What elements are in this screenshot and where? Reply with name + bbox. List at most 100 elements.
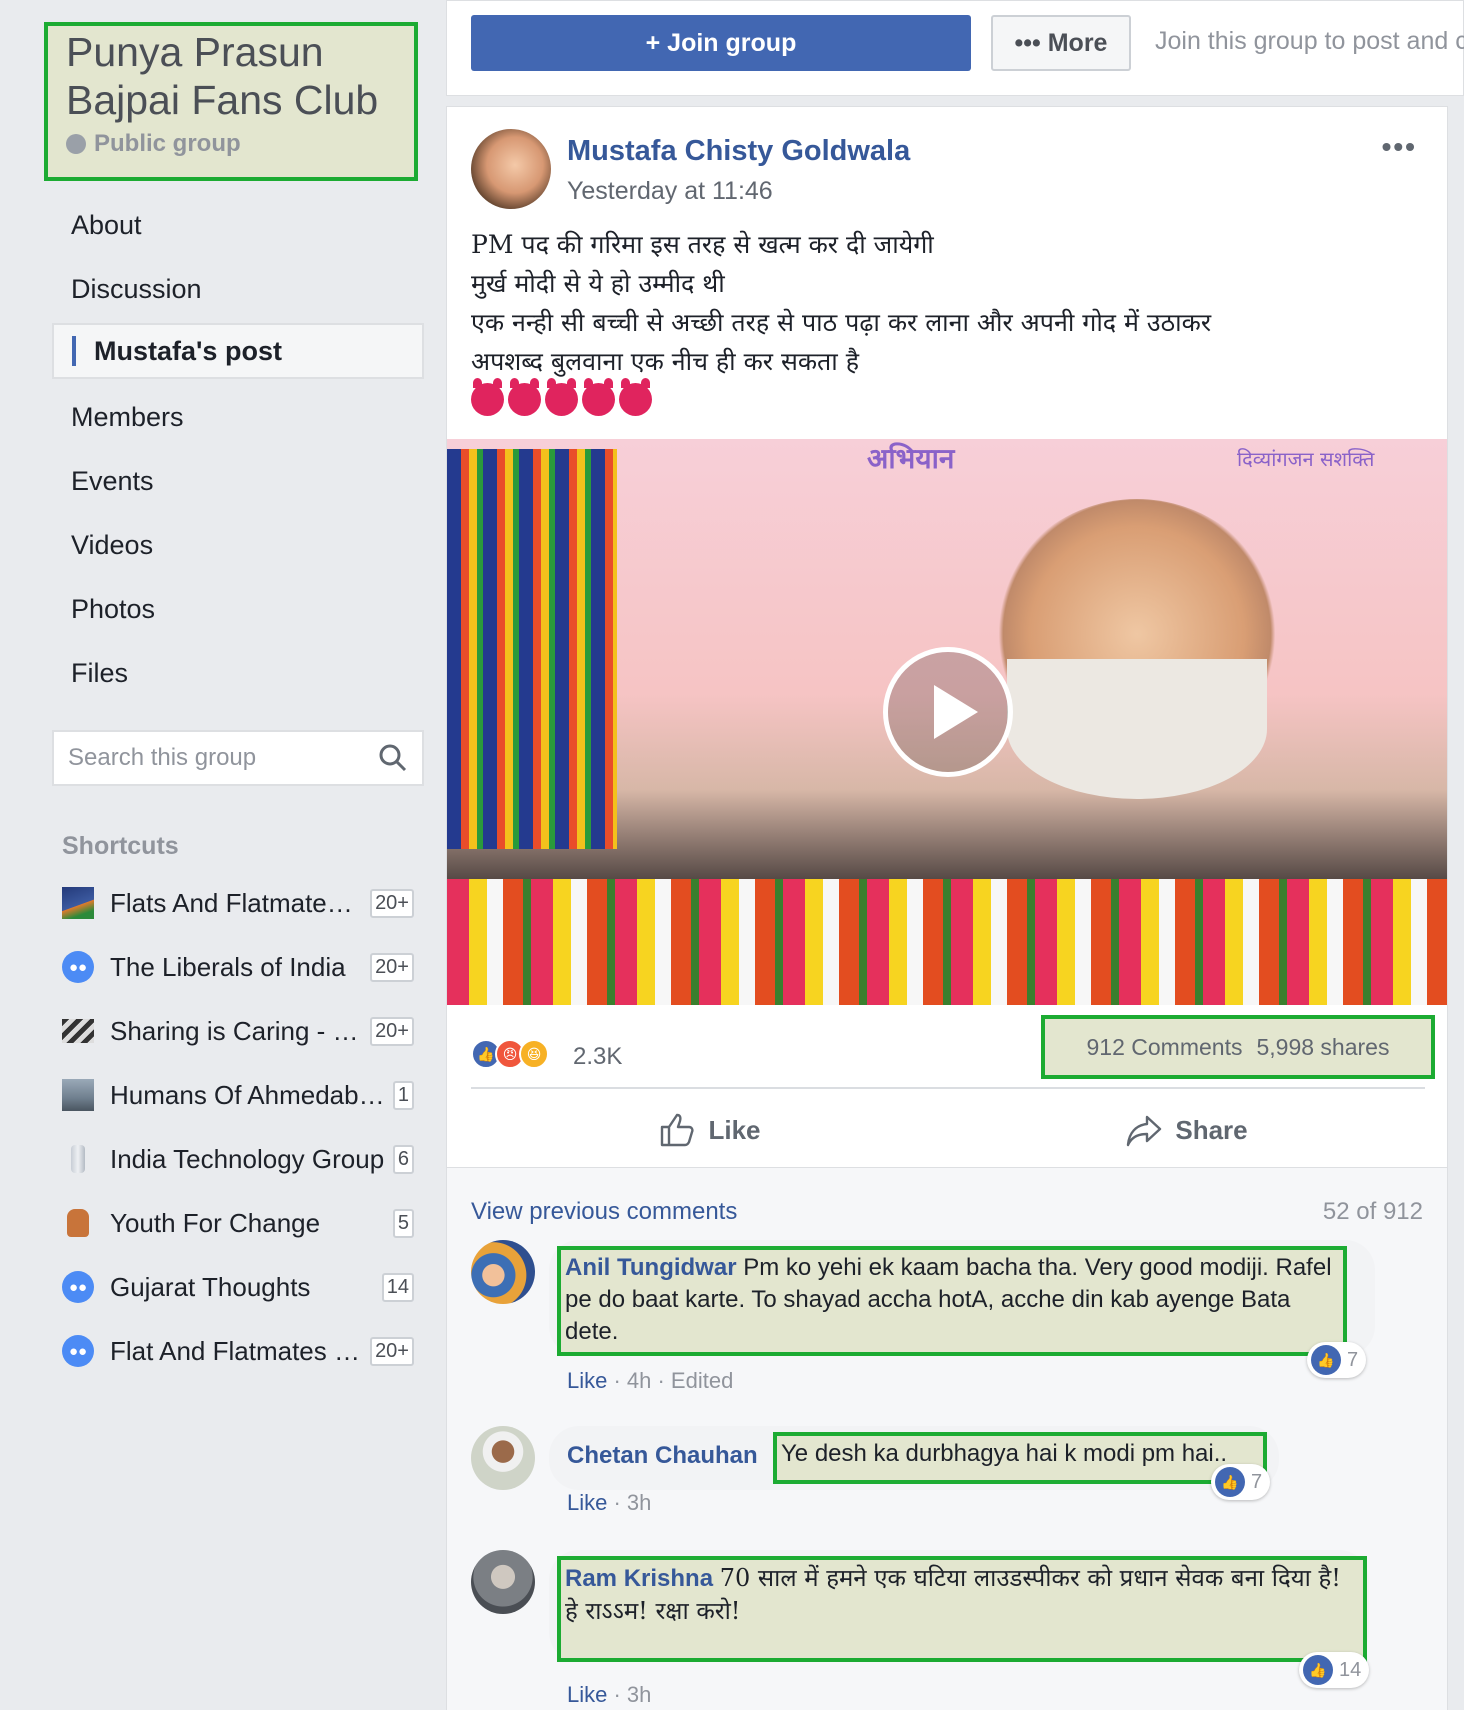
- video-flowers: [447, 879, 1447, 1005]
- search-icon[interactable]: [378, 743, 408, 773]
- commenter-avatar[interactable]: [471, 1426, 535, 1490]
- post-text-line: PM पद की गरिमा इस तरह से खत्म कर दी जाये…: [471, 230, 934, 259]
- comment-highlight: Ram Krishna 70 साल में हमने एक घटिया लाउ…: [557, 1556, 1367, 1662]
- like-reaction-icon: 👍: [1215, 1467, 1245, 1497]
- nav-about[interactable]: About: [52, 197, 424, 253]
- group-privacy: Public group: [66, 130, 396, 158]
- search-input[interactable]: [68, 744, 378, 772]
- comment-reactions[interactable]: 👍 7: [1307, 1342, 1367, 1378]
- shortcut-count: 20+: [370, 1336, 414, 1366]
- like-reaction-icon: 👍: [1303, 1655, 1333, 1685]
- shortcut-item[interactable]: ●● Flat And Flatmates … 20+: [62, 1328, 414, 1374]
- post-text-line: अपशब्द बुलवाना एक नीच ही कर सकता है: [471, 347, 860, 376]
- nav-label: Files: [71, 657, 129, 688]
- comment-highlight: Anil Tungidwar Pm ko yehi ek kaam bacha …: [557, 1246, 1347, 1356]
- share-label: Share: [1175, 1114, 1248, 1145]
- group-name[interactable]: Punya Prasun Bajpai Fans Club: [66, 28, 396, 124]
- shortcut-item[interactable]: Humans Of Ahmedab… 1: [62, 1072, 414, 1118]
- shortcut-label: India Technology Group: [110, 1143, 385, 1174]
- comment-meta: Like · 3h: [567, 1490, 651, 1516]
- shortcut-label: Flat And Flatmates …: [110, 1335, 360, 1366]
- active-indicator: [72, 336, 76, 366]
- post-author[interactable]: Mustafa Chisty Goldwala: [567, 135, 910, 168]
- comment-author[interactable]: Anil Tungidwar: [565, 1254, 737, 1281]
- shortcut-count: 14: [381, 1272, 414, 1302]
- comment-meta-text: · 4h · Edited: [607, 1368, 734, 1393]
- post-emojis: [471, 378, 652, 416]
- like-reaction-icon: 👍: [1311, 1345, 1341, 1375]
- group-icon: ●●: [62, 951, 94, 983]
- shortcut-count: 6: [392, 1144, 414, 1174]
- view-previous-comments-link[interactable]: View previous comments: [471, 1198, 737, 1226]
- post-card: Mustafa Chisty Goldwala Yesterday at 11:…: [446, 106, 1448, 1710]
- group-search: [52, 730, 424, 786]
- group-icon: ●●: [62, 1271, 94, 1303]
- shortcut-count: 20+: [370, 1016, 414, 1046]
- clapperboard-icon: [62, 1019, 94, 1043]
- group-privacy-label: Public group: [94, 130, 241, 157]
- shortcut-item[interactable]: Sharing is Caring - … 20+: [62, 1008, 414, 1054]
- comment-reaction-count: 7: [1251, 1470, 1263, 1493]
- nav-videos[interactable]: Videos: [52, 517, 424, 573]
- nav-events[interactable]: Events: [52, 453, 424, 509]
- shortcut-item[interactable]: Flats And Flatmate… 20+: [62, 880, 414, 926]
- more-button[interactable]: ••• More: [991, 15, 1131, 71]
- nav-photos[interactable]: Photos: [52, 581, 424, 637]
- commenter-avatar[interactable]: [471, 1550, 535, 1614]
- bottle-photo: [62, 1143, 94, 1175]
- comment-highlight: Ye desh ka durbhagya hai k modi pm hai..: [773, 1432, 1267, 1484]
- reaction-icons[interactable]: 👍 😠 😆: [471, 1039, 549, 1069]
- nav-label: Photos: [71, 593, 156, 624]
- nav-label: Members: [71, 401, 184, 432]
- commenter-avatar[interactable]: [471, 1240, 535, 1304]
- like-button[interactable]: Like: [471, 1089, 948, 1171]
- shortcut-label: Gujarat Thoughts: [110, 1271, 311, 1302]
- comment-reactions[interactable]: 👍 7: [1211, 1464, 1271, 1500]
- comment-meta: Like · 3h: [567, 1682, 651, 1708]
- play-icon[interactable]: [883, 647, 1013, 777]
- fist-photo: [62, 1207, 94, 1239]
- shortcut-item[interactable]: India Technology Group 6: [62, 1136, 414, 1182]
- comment-like-link[interactable]: Like: [567, 1368, 607, 1393]
- comment-author[interactable]: Chetan Chauhan: [567, 1442, 758, 1470]
- shortcut-label: Humans Of Ahmedab…: [110, 1079, 385, 1110]
- comment-meta-text: · 3h: [607, 1682, 652, 1707]
- nav-label: Events: [71, 465, 154, 496]
- nav-label: Discussion: [71, 273, 202, 304]
- share-button[interactable]: Share: [948, 1089, 1425, 1171]
- shortcut-item[interactable]: Youth For Change 5: [62, 1200, 414, 1246]
- post-actions: Like Share: [471, 1087, 1425, 1171]
- comments-count[interactable]: 912 Comments: [1087, 1034, 1243, 1061]
- comment-reaction-count: 14: [1339, 1658, 1362, 1681]
- comment-like-link[interactable]: Like: [567, 1682, 607, 1707]
- devil-emoji: [582, 378, 615, 416]
- comment-like-link[interactable]: Like: [567, 1490, 607, 1515]
- nav-members[interactable]: Members: [52, 389, 424, 445]
- devil-emoji: [508, 378, 541, 416]
- shortcut-item[interactable]: ●● The Liberals of India 20+: [62, 944, 414, 990]
- video-banner-text: दिव्यांगजन सशक्ति: [1237, 447, 1375, 471]
- post-video[interactable]: अभियान दिव्यांगजन सशक्ति: [447, 439, 1447, 1005]
- post-options-icon[interactable]: •••: [1382, 131, 1417, 163]
- globe-icon: [66, 134, 86, 154]
- nav-discussion[interactable]: Discussion: [52, 261, 424, 317]
- nav-mustafas-post[interactable]: Mustafa's post: [52, 323, 424, 379]
- devil-emoji: [471, 378, 504, 416]
- shortcut-count: 1: [392, 1080, 414, 1110]
- group-action-bar: + Join group ••• More Join this group to…: [446, 0, 1464, 96]
- join-prompt-text: Join this group to post and co: [1155, 27, 1464, 55]
- comment-reactions[interactable]: 👍 14: [1299, 1652, 1370, 1688]
- comment-author[interactable]: Ram Krishna: [565, 1565, 713, 1592]
- post-text-line: मुर्ख मोदी से ये हो उम्मीद थी: [471, 269, 725, 298]
- shortcut-label: Sharing is Caring - …: [110, 1015, 359, 1046]
- shortcut-item[interactable]: ●● Gujarat Thoughts 14: [62, 1264, 414, 1310]
- nav-files[interactable]: Files: [52, 645, 424, 701]
- post-text-line: एक नन्ही सी बच्ची से अच्छी तरह से पाठ पढ…: [471, 308, 1212, 337]
- reaction-count[interactable]: 2.3K: [573, 1043, 622, 1071]
- author-avatar[interactable]: [471, 129, 551, 209]
- post-timestamp[interactable]: Yesterday at 11:46: [567, 177, 773, 206]
- join-group-button[interactable]: + Join group: [471, 15, 971, 71]
- comment-meta: Like · 4h · Edited: [567, 1368, 733, 1394]
- shares-count[interactable]: 5,998 shares: [1256, 1034, 1389, 1061]
- video-banner-beard: [1007, 659, 1267, 799]
